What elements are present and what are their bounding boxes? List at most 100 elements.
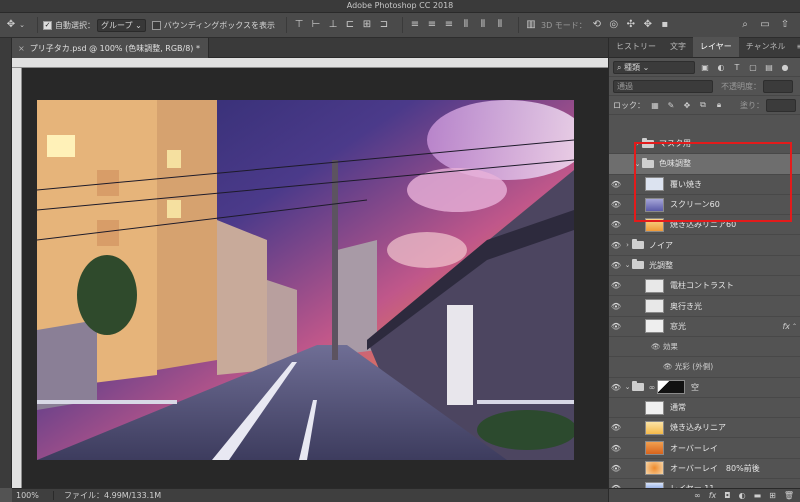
layer-depth-light[interactable]: 👁︎ 奥行き光 (609, 296, 800, 317)
adjustment-filter-icon[interactable]: ◐ (715, 61, 727, 73)
workspace-icon[interactable]: ▭ (758, 18, 772, 32)
3d-drag-icon[interactable]: ✣ (624, 18, 638, 32)
blend-mode-select[interactable]: 通過 (613, 79, 713, 93)
trash-icon[interactable]: 🗑︎ (784, 491, 794, 500)
lock-all-icon[interactable]: 🔒︎ (713, 99, 725, 111)
tab-layers[interactable]: レイヤー (693, 37, 739, 57)
layer-group-color-adjust[interactable]: ⌄ 色味調整 (609, 154, 800, 175)
chevron-down-icon[interactable]: ⌄ (623, 261, 632, 269)
panel-menu-icon[interactable]: ≡ (793, 37, 800, 57)
pixel-filter-icon[interactable]: ▣ (699, 61, 711, 73)
add-mask-icon[interactable]: ◘ (724, 491, 730, 500)
align-bottom-icon[interactable]: ⊥ (326, 18, 340, 32)
chevron-right-icon[interactable]: › (633, 140, 642, 148)
lock-paint-icon[interactable]: ✎ (665, 99, 677, 111)
outer-glow-eye-icon[interactable]: 👁︎ (663, 362, 675, 371)
layer-group-light-adjust[interactable]: 👁︎ ⌄ 光調整 (609, 256, 800, 277)
file-info[interactable]: ファイル：4.99M/133.1M (54, 490, 161, 501)
new-group-icon[interactable]: ▬ (754, 491, 762, 500)
auto-select-dropdown[interactable]: グループ ⌄ (97, 18, 146, 32)
chevron-right-icon[interactable]: › (623, 241, 632, 249)
fx-icon[interactable]: fx (782, 322, 790, 331)
distribute-right-icon[interactable]: ⦀ (493, 18, 507, 32)
status-bar: 100% ファイル：4.99M/133.1M (12, 488, 608, 502)
layer-overlay[interactable]: 👁︎ オーバーレイ (609, 438, 800, 459)
3d-roll-icon[interactable]: ◎ (607, 18, 621, 32)
shape-filter-icon[interactable]: ▢ (747, 61, 759, 73)
distribute-vcenter-icon[interactable]: ≡ (425, 18, 439, 32)
close-icon[interactable]: × (18, 44, 25, 53)
eye-icon[interactable]: 👁︎ (609, 383, 623, 392)
eye-icon[interactable]: 👁︎ (609, 281, 623, 290)
type-filter-icon[interactable]: T (731, 61, 743, 73)
auto-select-checkbox[interactable]: ✓ (43, 20, 52, 30)
share-icon[interactable]: ⇧ (778, 18, 792, 32)
align-top-icon[interactable]: ⊤ (292, 18, 306, 32)
align-vcenter-icon[interactable]: ⊢ (309, 18, 323, 32)
eye-icon[interactable]: 👁︎ (609, 200, 623, 209)
layer-screen-60[interactable]: 👁︎ スクリーン60 (609, 195, 800, 216)
effects-eye-icon[interactable]: 👁︎ (651, 342, 663, 351)
distribute-top-icon[interactable]: ≡ (408, 18, 422, 32)
add-style-icon[interactable]: fx (709, 491, 717, 500)
distribute-left-icon[interactable]: ⦀ (459, 18, 473, 32)
3d-rotate-icon[interactable]: ⟲ (590, 18, 604, 32)
zoom-level[interactable]: 100% (12, 491, 54, 500)
layer-pole-contrast[interactable]: 👁︎ 電柱コントラスト (609, 276, 800, 297)
eye-icon[interactable]: 👁︎ (609, 322, 623, 331)
bounding-box-checkbox[interactable] (151, 20, 161, 30)
chevron-down-icon[interactable]: ⌄ (18, 18, 26, 32)
new-adjustment-icon[interactable]: ◐ (739, 491, 746, 500)
chevron-up-icon[interactable]: ⌃ (792, 323, 797, 330)
lock-transparent-icon[interactable]: ▦ (649, 99, 661, 111)
eye-icon[interactable]: 👁︎ (609, 423, 623, 432)
tab-channels[interactable]: チャンネル (739, 37, 793, 57)
align-right-icon[interactable]: ⊐ (377, 18, 391, 32)
fill-field[interactable] (766, 98, 796, 112)
search-icon[interactable]: ⌕ (738, 18, 752, 32)
layer-dodge[interactable]: 👁︎ 覆い焼き (609, 175, 800, 195)
layer-linear-burn-60[interactable]: 👁︎ 焼き込みリニア60 (609, 215, 800, 236)
artwork-image[interactable] (37, 100, 574, 460)
opacity-field[interactable] (763, 79, 793, 93)
eye-icon[interactable]: 👁︎ (609, 180, 623, 189)
chevron-down-icon[interactable]: ⌄ (623, 383, 632, 391)
ruler-vertical[interactable] (12, 68, 22, 488)
align-left-icon[interactable]: ⊏ (343, 18, 357, 32)
distribute-bottom-icon[interactable]: ≡ (442, 18, 456, 32)
3d-scale-icon[interactable]: ▪ (658, 18, 672, 32)
eye-icon[interactable]: 👁︎ (609, 302, 623, 311)
document-tab[interactable]: × プリ子タカ.psd @ 100% (色味調整, RGB/8) * (12, 38, 209, 58)
layer-group-mask[interactable]: › マスク用 (609, 134, 800, 155)
eye-icon[interactable]: 👁︎ (609, 241, 623, 250)
ruler-horizontal[interactable] (12, 58, 608, 68)
distribute-hcenter-icon[interactable]: ⦀ (476, 18, 490, 32)
layer-group-sky[interactable]: 👁︎ ⌄ ∞ 空 (609, 378, 800, 398)
layer-effect-outer-glow[interactable]: 👁︎ 光彩 (外側) (609, 357, 800, 378)
layer-normal[interactable]: 通常 (609, 398, 800, 419)
lock-position-icon[interactable]: ✥ (681, 99, 693, 111)
layer-group-noise[interactable]: 👁︎ › ノイア (609, 235, 800, 256)
canvas-area[interactable] (22, 68, 608, 488)
chevron-down-icon[interactable]: ⌄ (633, 160, 642, 168)
eye-icon[interactable]: 👁︎ (609, 464, 623, 473)
new-layer-icon[interactable]: ⊞ (769, 491, 776, 500)
align-hcenter-icon[interactable]: ⊞ (360, 18, 374, 32)
auto-align-icon[interactable]: ▥ (524, 18, 538, 32)
tab-history[interactable]: ヒストリー (609, 37, 663, 57)
layer-overlay-80[interactable]: 👁︎ オーバーレイ 80%前後 (609, 459, 800, 480)
link-layers-icon[interactable]: ∞ (694, 491, 701, 500)
filter-kind-select[interactable]: ⌕ 種類 ⌄ (613, 60, 695, 74)
lock-artboard-icon[interactable]: ⧉ (697, 99, 709, 111)
eye-icon[interactable]: 👁︎ (609, 261, 623, 270)
3d-slide-icon[interactable]: ✥ (641, 18, 655, 32)
smart-object-filter-icon[interactable]: ▤ (763, 61, 775, 73)
tab-character[interactable]: 文字 (663, 37, 693, 57)
layer-window-light[interactable]: 👁︎ 窓光 fx ⌃ (609, 317, 800, 337)
layer-linear-burn[interactable]: 👁︎ 焼き込みリニア (609, 418, 800, 439)
eye-icon[interactable]: 👁︎ (609, 444, 623, 453)
layer-effects[interactable]: 👁︎ 効果 (609, 337, 800, 358)
move-tool-icon[interactable]: ✥ (4, 18, 18, 32)
eye-icon[interactable]: 👁︎ (609, 220, 623, 229)
filter-toggle-icon[interactable]: ● (779, 61, 791, 73)
